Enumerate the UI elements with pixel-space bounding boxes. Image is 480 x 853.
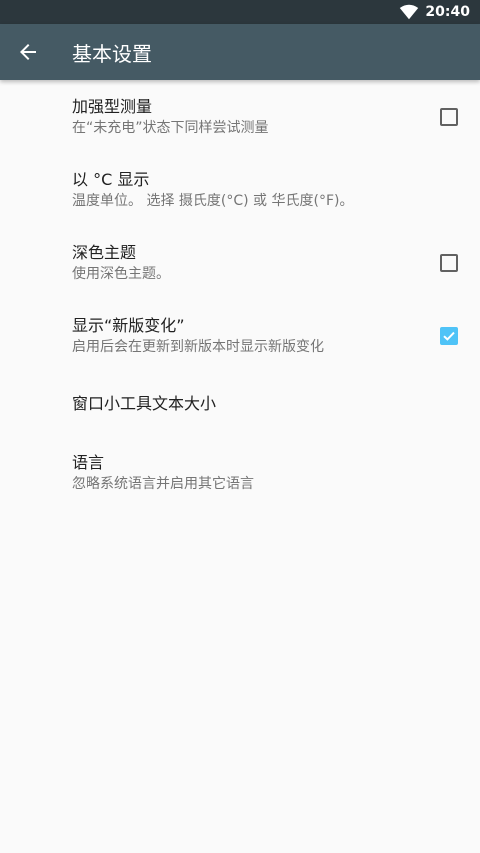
pref-celsius-display[interactable]: 以 °C 显示 温度单位。 选择 摄氏度(°C) 或 华氏度(°F)。 — [0, 153, 480, 226]
app-bar: 基本设置 — [0, 24, 480, 80]
pref-dark-theme[interactable]: 深色主题 使用深色主题。 — [0, 226, 480, 299]
page-title: 基本设置 — [72, 41, 152, 66]
pref-enhanced-measurement[interactable]: 加强型测量 在“未充电”状态下同样尝试测量 — [0, 80, 480, 153]
pref-title: 加强型测量 — [72, 96, 153, 116]
pref-title: 窗口小工具文本大小 — [72, 394, 217, 413]
pref-summary: 忽略系统语言并启用其它语言 — [72, 475, 254, 492]
pref-summary: 使用深色主题。 — [72, 265, 170, 282]
pref-summary: 在“未充电”状态下同样尝试测量 — [72, 119, 269, 136]
dark-theme-checkbox[interactable] — [440, 253, 458, 272]
pref-title: 以 °C 显示 — [72, 169, 150, 189]
arrow-back-icon — [20, 44, 36, 60]
show-changelog-checkbox[interactable] — [440, 326, 458, 345]
status-time: 20:40 — [425, 4, 470, 20]
enhanced-measurement-checkbox[interactable] — [440, 107, 458, 126]
check-icon — [443, 331, 455, 341]
back-button[interactable] — [0, 24, 56, 80]
status-bar: 20:40 — [0, 0, 480, 24]
pref-summary: 温度单位。 选择 摄氏度(°C) 或 华氏度(°F)。 — [72, 192, 354, 209]
pref-widget-text-size[interactable]: 窗口小工具文本大小 — [0, 372, 480, 436]
pref-title: 显示“新版变化” — [72, 315, 185, 335]
pref-language[interactable]: 语言 忽略系统语言并启用其它语言 — [0, 436, 480, 509]
wifi-icon — [400, 4, 419, 20]
pref-summary: 启用后会在更新到新版本时显示新版变化 — [72, 338, 324, 355]
preference-list: 加强型测量 在“未充电”状态下同样尝试测量 以 °C 显示 温度单位。 选择 摄… — [0, 80, 480, 509]
pref-title: 深色主题 — [72, 242, 137, 262]
pref-title: 语言 — [72, 452, 105, 472]
pref-show-changelog[interactable]: 显示“新版变化” 启用后会在更新到新版本时显示新版变化 — [0, 299, 480, 372]
